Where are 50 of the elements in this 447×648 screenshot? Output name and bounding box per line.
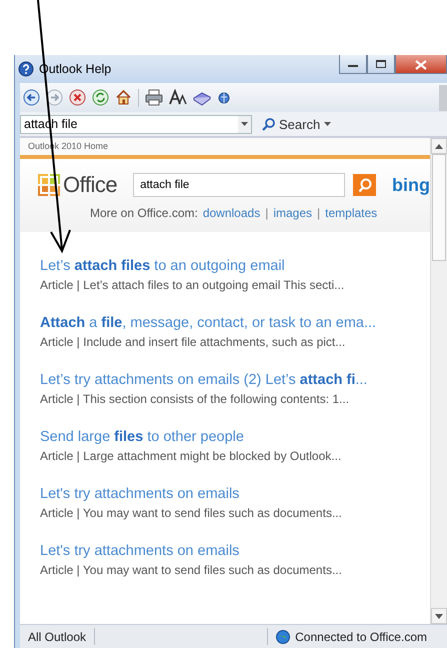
more-label: More on Office.com: [90,206,198,220]
maximize-icon [376,60,386,69]
search-icon [262,118,275,130]
result-link[interactable]: Let's try attachments on emails [40,485,240,504]
stop-icon[interactable] [69,89,86,106]
caret-icon [324,122,332,126]
office-link[interactable]: templates [325,206,378,220]
office-search-button[interactable] [353,174,376,196]
scroll-up-button[interactable] [431,138,447,154]
result-link[interactable]: Let's try attachments on emails [40,542,240,561]
office-link[interactable]: downloads [202,206,260,220]
status-scope: All Outlook [20,628,96,645]
print-icon[interactable] [145,89,163,106]
office-logo: Office [63,172,118,198]
office-search-field[interactable]: attach file [133,173,345,197]
result-link[interactable]: Let’s attach files to an outgoing email [40,257,285,276]
down-arrow-icon [435,614,443,618]
office-logo-icon [37,173,61,197]
home-icon[interactable] [115,89,132,106]
maximize-button[interactable] [367,55,395,74]
dropdown-button[interactable] [238,114,252,134]
search-button[interactable]: Search [260,116,334,132]
help-icon [18,61,34,77]
result-snippet: Article | You may want to send files such as documents... [40,505,342,522]
result-snippet: Article | Include and insert file attachments, such as pict... [40,334,346,351]
result-link[interactable]: Send large files to other people [40,428,244,447]
text-size-icon[interactable] [169,89,187,106]
close-button[interactable] [395,55,447,74]
back-icon[interactable] [23,89,40,106]
refresh-icon[interactable] [92,89,109,106]
result-snippet: Article | You may want to send files such as documents... [40,562,342,579]
result-snippet: Article | This section consists of the following contents: 1... [40,391,350,408]
result-snippet: Article | Let’s attach files to an outgoing email This secti... [40,277,344,294]
up-arrow-icon [435,144,443,148]
result-snippet: Article | Large attachment might be blocked by Outlook... [40,448,342,465]
search-icon [358,178,372,192]
result-link[interactable]: Let’s try attachments on emails (2) Let’s attach fi... [40,371,368,390]
scroll-down-button[interactable] [431,608,447,624]
link-separator: | [265,206,268,220]
bing-logo: bing [392,174,430,196]
link-separator: | [317,206,320,220]
forward-icon[interactable] [46,89,63,106]
caret-icon [241,122,248,126]
scrollbar-thumb[interactable] [432,154,446,261]
minimize-button[interactable] [339,55,367,74]
result-link[interactable]: Attach a file, message, contact, or task to an ema... [40,314,376,333]
office-link[interactable]: images [273,206,312,220]
connection-status: Connected to Office.com [295,630,427,644]
globe-icon [276,630,290,644]
close-icon [415,60,427,70]
